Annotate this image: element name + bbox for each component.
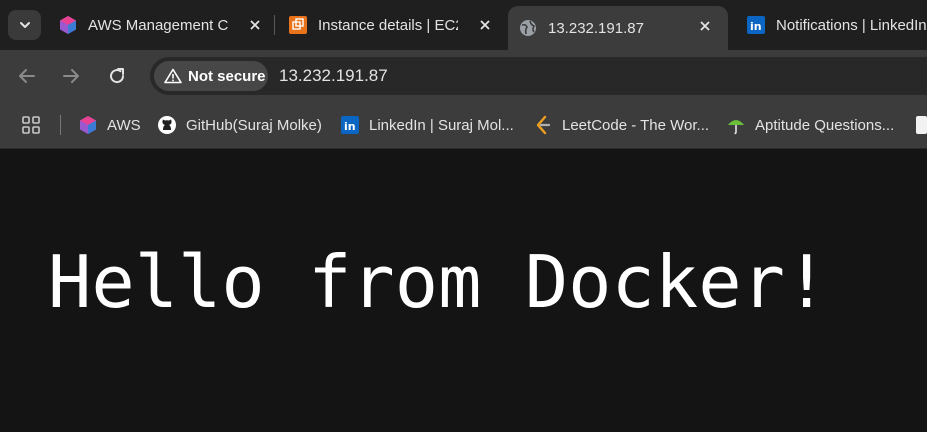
bookmark-leetcode[interactable]: LeetCode - The Wor... (533, 114, 709, 136)
bookmark-overflow-item[interactable] (916, 114, 927, 136)
reload-button[interactable] (105, 64, 129, 88)
page-heading: Hello from Docker! (48, 240, 829, 324)
linkedin-icon: in (746, 15, 766, 35)
arrow-left-icon (19, 69, 35, 83)
warning-triangle-icon (164, 68, 182, 84)
leetcode-icon (533, 115, 553, 135)
tab-title: Notifications | LinkedIn (776, 16, 926, 34)
tab-search-button[interactable] (8, 10, 41, 40)
forward-button[interactable] (59, 64, 83, 88)
page-content: Hello from Docker! (0, 149, 927, 432)
chevron-down-icon (19, 22, 30, 28)
tab-instance-details[interactable]: Instance details | EC2 (288, 0, 500, 50)
aws-cube-icon (78, 115, 98, 135)
toolbar: Not secure 13.232.191.87 (0, 50, 927, 102)
back-button[interactable] (15, 64, 39, 88)
tab-title: AWS Management Console (88, 16, 228, 34)
site-security-chip[interactable]: Not secure (154, 61, 268, 91)
bookmark-label: GitHub(Suraj Molke) (186, 116, 322, 134)
close-icon[interactable] (476, 16, 494, 34)
svg-text:in: in (344, 120, 356, 133)
bookmark-aws[interactable]: AWS (78, 114, 141, 136)
tab-active-ip[interactable]: 13.232.191.87 (508, 6, 728, 50)
close-icon[interactable] (246, 16, 264, 34)
arrow-right-icon (63, 69, 79, 83)
bookmarks-divider (60, 115, 61, 135)
bookmark-favicon-icon (916, 116, 927, 134)
aptitude-icon (726, 115, 746, 135)
tab-title: Instance details | EC2 (318, 16, 458, 34)
bookmark-aptitude[interactable]: Aptitude Questions... (726, 114, 894, 136)
bookmark-label: LeetCode - The Wor... (562, 116, 710, 134)
svg-text:in: in (750, 20, 762, 33)
security-label: Not secure (188, 67, 266, 85)
bookmarks-bar: AWS GitHub(Suraj Molke) in LinkedIn | Su… (0, 102, 927, 149)
close-icon[interactable] (696, 17, 714, 35)
ec2-icon (288, 15, 308, 35)
tab-aws-console[interactable]: AWS Management Console (58, 0, 270, 50)
bookmark-label: LinkedIn | Suraj Mol... (369, 116, 514, 134)
bookmark-github[interactable]: GitHub(Suraj Molke) (157, 114, 322, 136)
apps-button[interactable] (21, 114, 41, 136)
aws-cube-icon (58, 15, 78, 35)
bookmark-label: Aptitude Questions... (755, 116, 895, 134)
reload-icon (110, 68, 125, 84)
globe-icon (518, 18, 538, 38)
bookmark-label: AWS (107, 116, 141, 134)
bookmark-linkedin[interactable]: in LinkedIn | Suraj Mol... (340, 114, 514, 136)
address-bar[interactable]: Not secure 13.232.191.87 (150, 57, 927, 95)
url-text[interactable]: 13.232.191.87 (279, 66, 388, 86)
tab-title: 13.232.191.87 (548, 19, 644, 37)
tab-linkedin-notifications[interactable]: in Notifications | LinkedIn (746, 0, 927, 50)
tab-strip: AWS Management Console Instance details … (0, 0, 927, 50)
apps-grid-icon (22, 116, 40, 134)
github-icon (157, 115, 177, 135)
linkedin-icon: in (340, 115, 360, 135)
tab-separator (274, 15, 275, 35)
